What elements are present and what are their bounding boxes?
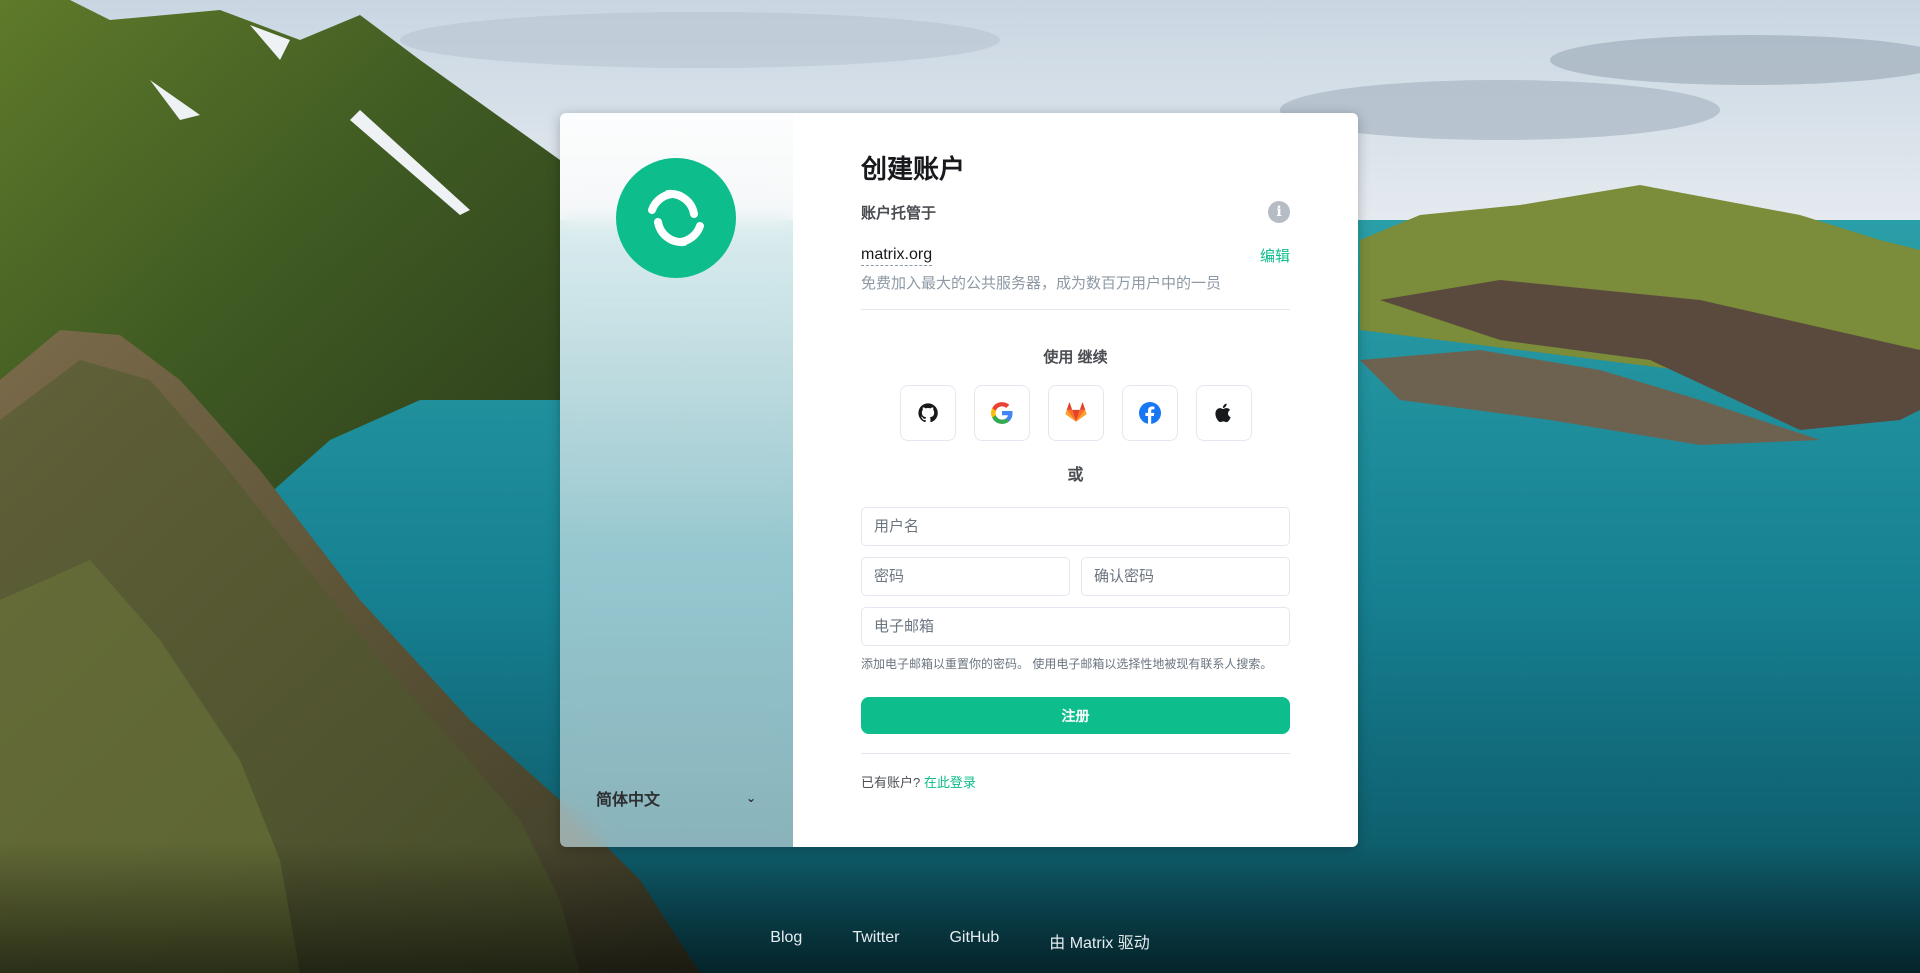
have-account-text: 已有账户?	[861, 775, 921, 790]
page-title: 创建账户	[861, 154, 966, 184]
footer-link-blog[interactable]: Blog	[770, 929, 802, 953]
footer-link-github[interactable]: GitHub	[949, 929, 999, 953]
continue-with-label: 使用 继续	[1043, 349, 1108, 366]
sign-in-row: 已有账户? 在此登录	[861, 772, 1290, 791]
gitlab-icon	[1065, 402, 1086, 422]
language-selector[interactable]: 简体中文 ⌄	[596, 786, 756, 810]
register-button[interactable]: 注册	[861, 697, 1290, 734]
apple-icon	[1214, 403, 1231, 423]
email-field	[861, 607, 1290, 646]
server-description: 免费加入最大的公共服务器，成为数百万用户中的一员	[861, 275, 1222, 292]
auth-panel-sidebar: 简体中文 ⌄	[560, 113, 793, 847]
server-row: matrix.org 编辑	[861, 245, 1290, 266]
server-name: matrix.org	[861, 245, 933, 266]
confirm-password-field	[1081, 557, 1290, 596]
hosted-row: 账户托管于 i	[861, 201, 1290, 223]
edit-server-button[interactable]: 编辑	[1260, 245, 1290, 266]
sso-buttons	[861, 385, 1290, 441]
google-icon	[990, 402, 1012, 424]
gitlab-sso-button[interactable]	[1047, 385, 1104, 441]
email-hint: 添加电子邮箱以重置你的密码。 使用电子邮箱以选择性地被现有联系人搜索。	[861, 657, 1273, 671]
hosted-label: 账户托管于	[861, 204, 937, 222]
github-icon	[917, 403, 938, 423]
auth-panel-body: 创建账户 账户托管于 i matrix.org 编辑 免费加入最大的公共服务器，…	[793, 113, 1358, 847]
chevron-down-icon: ⌄	[745, 791, 756, 805]
confirm-password-input[interactable]	[1094, 568, 1277, 585]
auth-panel: 简体中文 ⌄ 创建账户 账户托管于 i matrix.org 编辑 免费加入最大…	[560, 113, 1358, 847]
divider	[861, 309, 1290, 310]
facebook-icon	[1138, 402, 1161, 424]
sign-in-link[interactable]: 在此登录	[924, 775, 976, 790]
element-logo	[616, 158, 736, 278]
github-sso-button[interactable]	[899, 385, 956, 441]
google-sso-button[interactable]	[973, 385, 1030, 441]
username-field	[861, 507, 1290, 546]
element-logo-icon	[648, 189, 704, 247]
email-input[interactable]	[874, 618, 1277, 635]
facebook-sso-button[interactable]	[1121, 385, 1178, 441]
footer-link-twitter[interactable]: Twitter	[852, 929, 899, 953]
language-selected-label: 简体中文	[596, 792, 661, 809]
username-input[interactable]	[874, 518, 1277, 535]
or-separator: 或	[1067, 467, 1084, 484]
apple-sso-button[interactable]	[1195, 385, 1252, 441]
password-row	[861, 557, 1290, 596]
footer-link-powered-by-matrix[interactable]: 由 Matrix 驱动	[1049, 929, 1149, 953]
footer: Blog Twitter GitHub 由 Matrix 驱动	[0, 929, 1920, 953]
divider	[861, 753, 1290, 754]
password-input[interactable]	[874, 568, 1057, 585]
info-icon[interactable]: i	[1268, 201, 1290, 223]
password-field	[861, 557, 1070, 596]
